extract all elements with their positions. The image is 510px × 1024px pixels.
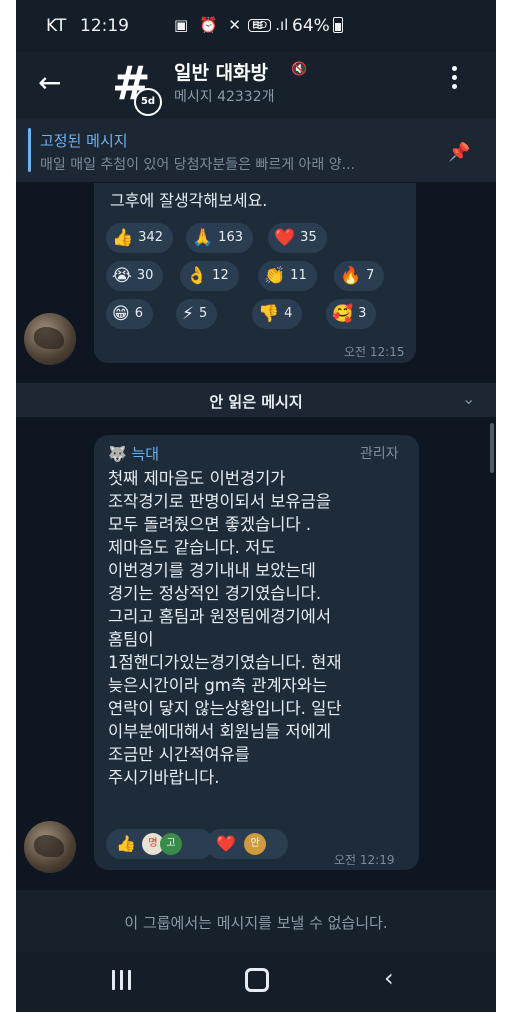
- reaction-chip[interactable]: 😁 6: [106, 299, 154, 329]
- reaction-count: 4: [284, 306, 293, 321]
- pray-icon: 🙏: [192, 228, 214, 248]
- scrollbar[interactable]: [490, 423, 494, 473]
- message-bubble[interactable]: 🐺 늑대 관리자 첫째 제마음도 이번경기가 조작경기로 판명이되서 보유금을 …: [94, 435, 419, 870]
- reaction-count: 342: [138, 230, 163, 245]
- admin-badge: 관리자: [360, 446, 399, 462]
- no-send-notice: 이 그룹에서는 메시지를 보낼 수 없습니다.: [124, 914, 388, 932]
- chat-header: ← # 5d 일반 대화방 🔇 메시지 42332개: [16, 52, 496, 118]
- pinned-text: 매일 매일 추첨이 있어 당첨자분들은 빠르게 아래 양...: [40, 157, 355, 173]
- reaction-count: 12: [212, 268, 229, 283]
- reaction-count: 7: [366, 268, 375, 283]
- compose-disabled-bar: 이 그룹에서는 메시지를 보낼 수 없습니다.: [16, 890, 496, 952]
- sender-label: 늑대: [131, 445, 160, 463]
- thumbs-up-icon: 👍: [112, 228, 134, 248]
- wolf-icon: 🐺: [108, 445, 127, 463]
- battery-indicator: 64%: [292, 16, 343, 36]
- avatar[interactable]: [24, 821, 76, 873]
- recent-apps-icon[interactable]: [112, 970, 132, 990]
- system-nav-bar: ‹: [16, 952, 496, 1012]
- auto-delete-timer-badge: 5d: [134, 88, 162, 116]
- pin-list-icon[interactable]: 📌: [448, 142, 470, 163]
- reaction-chip[interactable]: 👍 342: [106, 223, 173, 253]
- message-time: 오전 12:19: [334, 853, 395, 867]
- reaction-chip[interactable]: ❤️ 안: [206, 829, 288, 859]
- thumbs-down-icon: 👎: [258, 304, 280, 324]
- chevron-down-icon[interactable]: ⌄: [462, 389, 475, 408]
- reaction-count: 163: [218, 230, 243, 245]
- reaction-chip[interactable]: 👌 12: [180, 261, 239, 291]
- reactor-avatar: 고: [160, 833, 182, 855]
- battery-percent: 64%: [292, 16, 330, 36]
- heart-icon: ❤️: [274, 228, 296, 248]
- chat-title[interactable]: 일반 대화방: [174, 58, 268, 85]
- fire-icon: 🔥: [340, 266, 362, 286]
- avatar[interactable]: [24, 313, 76, 365]
- clap-icon: 👏: [264, 266, 286, 286]
- reaction-count: 35: [300, 230, 317, 245]
- reaction-count: 11: [290, 268, 307, 283]
- heart-icon: ❤️: [216, 834, 236, 853]
- hd-badge: HD: [248, 19, 272, 32]
- message-count: 메시지 42332개: [174, 89, 275, 105]
- reaction-chip[interactable]: 🥰 3: [326, 299, 377, 329]
- message-bubble[interactable]: 그후에 잘생각해보세요. 👍 342 🙏 163 ❤️ 35 😭 30 👌 12 👏 11 …: [94, 183, 416, 363]
- message-text: 첫째 제마음도 이번경기가 조작경기로 판명이되서 보유금을 모두 돌려줬으면 …: [108, 469, 342, 787]
- sender-name[interactable]: 🐺 늑대: [108, 443, 159, 464]
- battery-icon: [332, 17, 343, 33]
- muted-icon: 🔇: [291, 62, 308, 77]
- home-icon[interactable]: [245, 968, 269, 992]
- reaction-chip[interactable]: 👍 명 고: [106, 829, 214, 859]
- unread-divider: 안 읽은 메시지 ⌄: [16, 383, 496, 417]
- ok-hand-icon: 👌: [186, 266, 208, 286]
- more-options-icon[interactable]: [450, 66, 458, 96]
- message-list[interactable]: 그후에 잘생각해보세요. 👍 342 🙏 163 ❤️ 35 😭 30 👌 12 👏 11 …: [16, 183, 496, 945]
- status-bar: KT 12:19 ▣ ⏰ ✕ ≋ HD .ıl 64%: [16, 0, 496, 52]
- message-time: 오전 12:15: [344, 345, 405, 359]
- reaction-chip[interactable]: ❤️ 35: [268, 223, 327, 253]
- reaction-chip[interactable]: 🔥 7: [334, 261, 385, 291]
- unread-label: 안 읽은 메시지: [209, 393, 303, 411]
- reaction-count: 30: [136, 268, 154, 283]
- smiling-hearts-icon: 🥰: [332, 304, 354, 324]
- pinned-title: 고정된 메시지: [40, 132, 128, 150]
- signal-icon: .ıl: [275, 16, 289, 34]
- reaction-count: 3: [358, 306, 367, 321]
- reaction-chip[interactable]: 🙏 163: [186, 223, 253, 253]
- back-icon[interactable]: ‹: [384, 964, 394, 992]
- reaction-chip[interactable]: 😭 30: [106, 261, 164, 291]
- message-text: 그후에 잘생각해보세요.: [110, 191, 268, 210]
- network-indicator: HD .ıl: [248, 16, 288, 34]
- thumbs-up-icon: 👍: [116, 834, 136, 853]
- lightning-icon: ⚡: [182, 304, 194, 324]
- grin-icon: 😁: [112, 304, 130, 324]
- carrier-label: KT: [46, 16, 67, 36]
- pinned-message-bar[interactable]: 고정된 메시지 매일 매일 추첨이 있어 당첨자분들은 빠르게 아래 양... …: [16, 118, 496, 183]
- pinned-accent-bar: [28, 128, 31, 172]
- reaction-count: 5: [198, 306, 208, 321]
- crying-face-icon: 😭: [112, 266, 132, 286]
- reaction-chip[interactable]: ⚡ 5: [176, 299, 218, 329]
- reaction-chip[interactable]: 👏 11: [258, 261, 317, 291]
- reaction-chip[interactable]: 👎 4: [252, 299, 303, 329]
- group-avatar[interactable]: # 5d: [108, 56, 162, 116]
- reactor-avatar: 안: [244, 833, 266, 855]
- phone-screen: KT 12:19 ▣ ⏰ ✕ ≋ HD .ıl 64% ← # 5d 일반 대화방…: [16, 0, 496, 1012]
- reaction-count: 6: [134, 306, 144, 321]
- clock: 12:19: [80, 16, 129, 36]
- back-arrow-icon[interactable]: ←: [38, 66, 61, 99]
